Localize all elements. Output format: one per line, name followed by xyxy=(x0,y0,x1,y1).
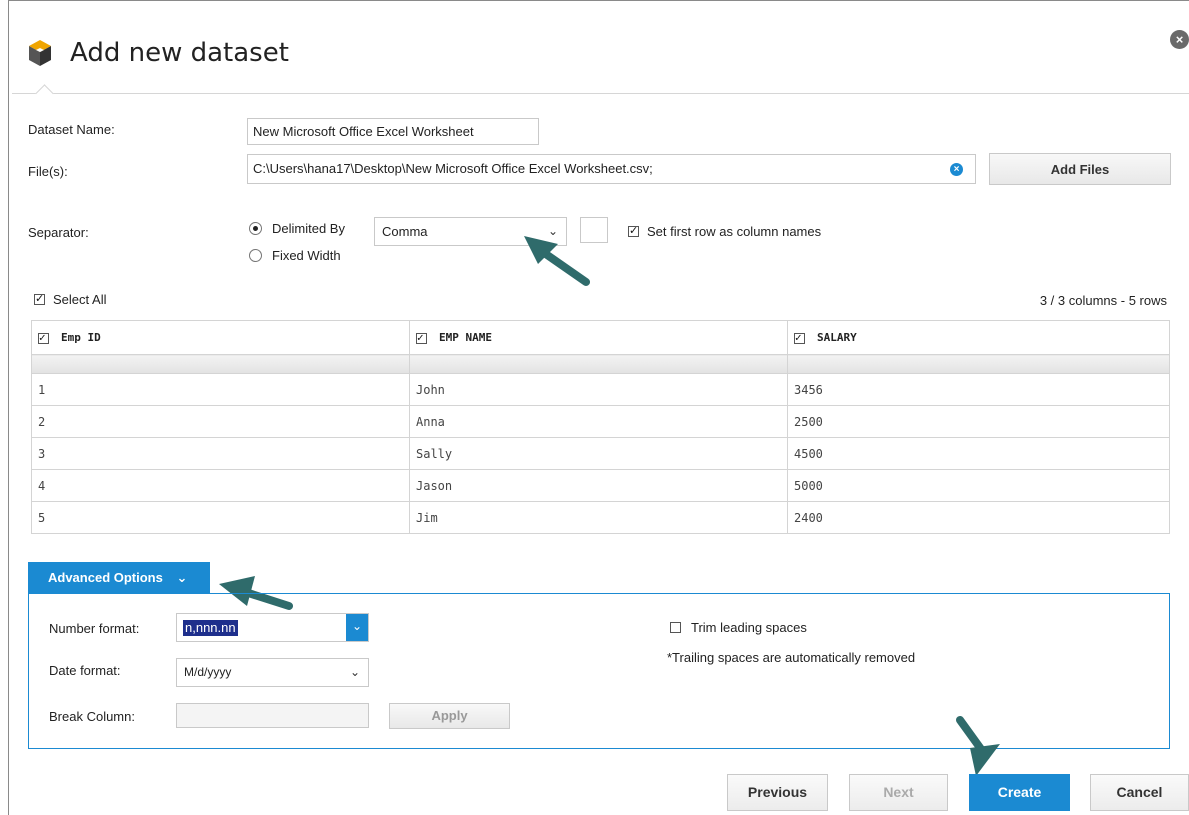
date-format-label: Date format: xyxy=(49,663,121,678)
chevron-down-icon: ⌄ xyxy=(349,665,360,679)
preview-summary: 3 / 3 columns - 5 rows xyxy=(1039,293,1167,308)
number-format-select[interactable]: n,nnn.nn ⌄ xyxy=(176,613,369,642)
advanced-options-label: Advanced Options xyxy=(48,570,163,585)
date-format-select[interactable]: M/d/yyyy ⌄ xyxy=(176,658,369,687)
advanced-options-tab[interactable]: Advanced Options ⌄ xyxy=(28,562,210,594)
trim-option[interactable]: Trim leading spaces xyxy=(670,620,807,635)
column-header[interactable]: EMP NAME xyxy=(409,320,788,355)
number-format-label: Number format: xyxy=(49,621,140,636)
column-type-row xyxy=(31,354,1170,374)
pointer-arrow-icon xyxy=(524,236,590,286)
previous-button[interactable]: Previous xyxy=(727,774,828,811)
chevron-down-icon[interactable]: ⌄ xyxy=(346,614,368,641)
first-row-label: Set first row as column names xyxy=(647,224,822,239)
column-checkbox[interactable] xyxy=(416,331,427,345)
fixed-width-radio[interactable] xyxy=(249,249,262,262)
fixed-width-label: Fixed Width xyxy=(272,248,341,263)
number-format-value: n,nnn.nn xyxy=(183,620,238,636)
files-label: File(s): xyxy=(28,164,68,179)
files-input[interactable]: C:\Users\hana17\Desktop\New Microsoft Of… xyxy=(247,154,976,184)
chevron-down-icon: ⌄ xyxy=(176,570,188,585)
next-button[interactable]: Next xyxy=(849,774,948,811)
table-header-row: Emp ID EMP NAME SALARY xyxy=(31,320,1170,355)
table-row: 1 John 3456 xyxy=(31,373,1170,406)
trim-checkbox[interactable] xyxy=(670,622,681,633)
break-column-input[interactable] xyxy=(176,703,369,728)
column-checkbox[interactable] xyxy=(38,331,49,345)
trim-label: Trim leading spaces xyxy=(691,620,807,635)
clear-files-icon[interactable]: × xyxy=(950,163,963,176)
dialog-header: Add new dataset xyxy=(28,38,289,68)
create-button[interactable]: Create xyxy=(969,774,1070,811)
dataset-cube-icon xyxy=(29,40,51,66)
add-files-button[interactable]: Add Files xyxy=(989,153,1171,185)
select-all-checkbox[interactable] xyxy=(34,292,45,306)
break-column-label: Break Column: xyxy=(49,709,135,724)
table-row: 5 Jim 2400 xyxy=(31,501,1170,534)
separator-label: Separator: xyxy=(28,225,89,240)
table-row: 2 Anna 2500 xyxy=(31,405,1170,438)
dataset-name-label: Dataset Name: xyxy=(28,122,115,137)
fixed-width-option[interactable]: Fixed Width xyxy=(249,248,341,263)
dataset-name-input[interactable]: New Microsoft Office Excel Worksheet xyxy=(247,118,539,145)
delimiter-value: Comma xyxy=(382,224,428,239)
delimited-by-option[interactable]: Delimited By xyxy=(249,221,345,236)
first-row-checkbox[interactable] xyxy=(628,224,639,238)
trailing-note: *Trailing spaces are automatically remov… xyxy=(667,650,916,665)
table-row: 3 Sally 4500 xyxy=(31,437,1170,470)
apply-button[interactable]: Apply xyxy=(389,703,510,729)
dialog-title: Add new dataset xyxy=(70,38,289,68)
delimited-by-label: Delimited By xyxy=(272,221,345,236)
table-row: 4 Jason 5000 xyxy=(31,469,1170,502)
date-format-value: M/d/yyyy xyxy=(184,665,232,679)
column-header[interactable]: SALARY xyxy=(787,320,1170,355)
column-header[interactable]: Emp ID xyxy=(31,320,410,355)
header-divider xyxy=(12,93,1189,94)
column-checkbox[interactable] xyxy=(794,331,805,345)
preview-table: Emp ID EMP NAME SALARY 1John3456 2Anna25… xyxy=(31,320,1170,534)
delimited-radio[interactable] xyxy=(249,222,262,235)
select-all-option[interactable]: Select All xyxy=(34,292,106,307)
pointer-arrow-icon xyxy=(956,716,1000,776)
first-row-option[interactable]: Set first row as column names xyxy=(628,224,821,239)
cancel-button[interactable]: Cancel xyxy=(1090,774,1189,811)
close-icon[interactable]: × xyxy=(1170,30,1189,49)
select-all-label: Select All xyxy=(53,292,107,307)
